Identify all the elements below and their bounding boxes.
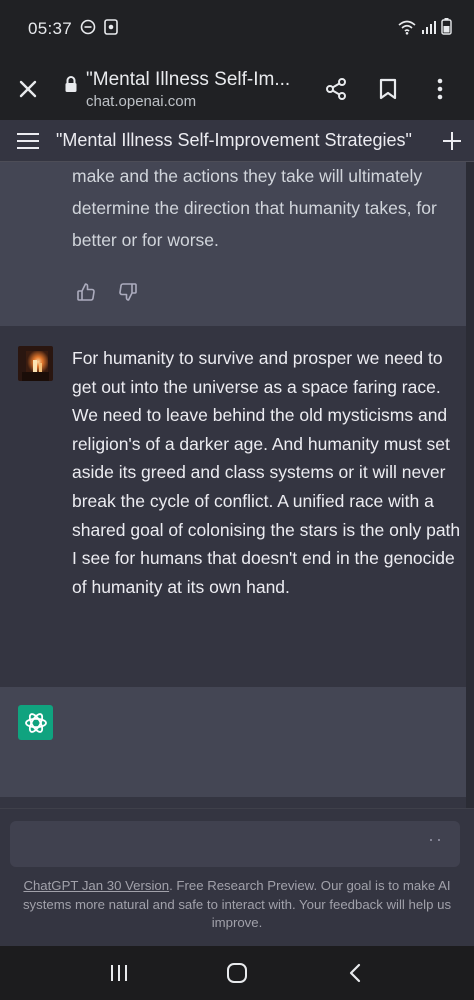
recent-apps-icon [111,965,127,981]
assistant-message: make and the actions they take will ulti… [0,162,466,326]
bookmark-button[interactable] [362,63,414,115]
user-avatar [18,346,53,381]
chatgpt-avatar [18,705,53,740]
thumbs-down-button[interactable] [118,282,138,307]
openai-logo-icon [24,712,47,733]
scrollbar[interactable] [466,162,474,808]
close-icon [19,80,37,98]
dnd-icon [80,19,96,40]
typing-indicator: ·· [428,829,444,849]
new-chat-button[interactable] [430,131,474,151]
composer-area: ·· ChatGPT Jan 30 Version. Free Research… [0,808,474,946]
status-bar: 05:37 [0,0,474,58]
thumbs-up-icon [77,283,95,301]
close-tab-button[interactable] [0,58,56,120]
more-options-button[interactable] [414,63,466,115]
home-icon [227,963,247,983]
user-message-text: For humanity to survive and prosper we n… [72,348,461,597]
menu-button[interactable] [0,132,50,150]
browser-toolbar: "Mental Illness Self-Im... chat.openai.c… [0,58,474,120]
clock: 05:37 [28,19,73,38]
version-link[interactable]: ChatGPT Jan 30 Version [23,878,169,893]
bookmark-icon [379,78,397,100]
home-button[interactable] [207,953,267,993]
assistant-message-text: make and the actions they take will ulti… [72,166,437,250]
user-message: For humanity to survive and prosper we n… [0,326,474,686]
share-button[interactable] [310,63,362,115]
wifi-icon [397,19,417,40]
lock-icon [64,75,78,98]
recent-apps-button[interactable] [89,953,149,993]
plus-icon [443,131,461,150]
notification-app-icon [104,18,118,40]
signal-icon [421,20,437,39]
feedback-buttons [76,282,138,307]
more-vertical-icon [437,78,443,100]
url-bar[interactable]: "Mental Illness Self-Im... chat.openai.c… [56,69,310,110]
message-input[interactable]: ·· [10,821,460,867]
back-icon [349,963,361,983]
conversation-title: "Mental Illness Self-Improvement Strateg… [56,130,412,150]
thumbs-down-icon [119,283,137,301]
hamburger-icon [17,132,39,149]
page-url: chat.openai.com [86,92,197,110]
battery-icon [441,18,452,40]
page-title: "Mental Illness Self-Im... [86,68,291,90]
share-icon [326,78,346,100]
assistant-message-pending [0,687,466,797]
back-button[interactable] [325,953,385,993]
footer-disclaimer: ChatGPT Jan 30 Version. Free Research Pr… [14,877,460,933]
chat-header: "Mental Illness Self-Improvement Strateg… [0,120,474,162]
thumbs-up-button[interactable] [76,282,96,307]
system-nav-bar [0,946,474,1000]
